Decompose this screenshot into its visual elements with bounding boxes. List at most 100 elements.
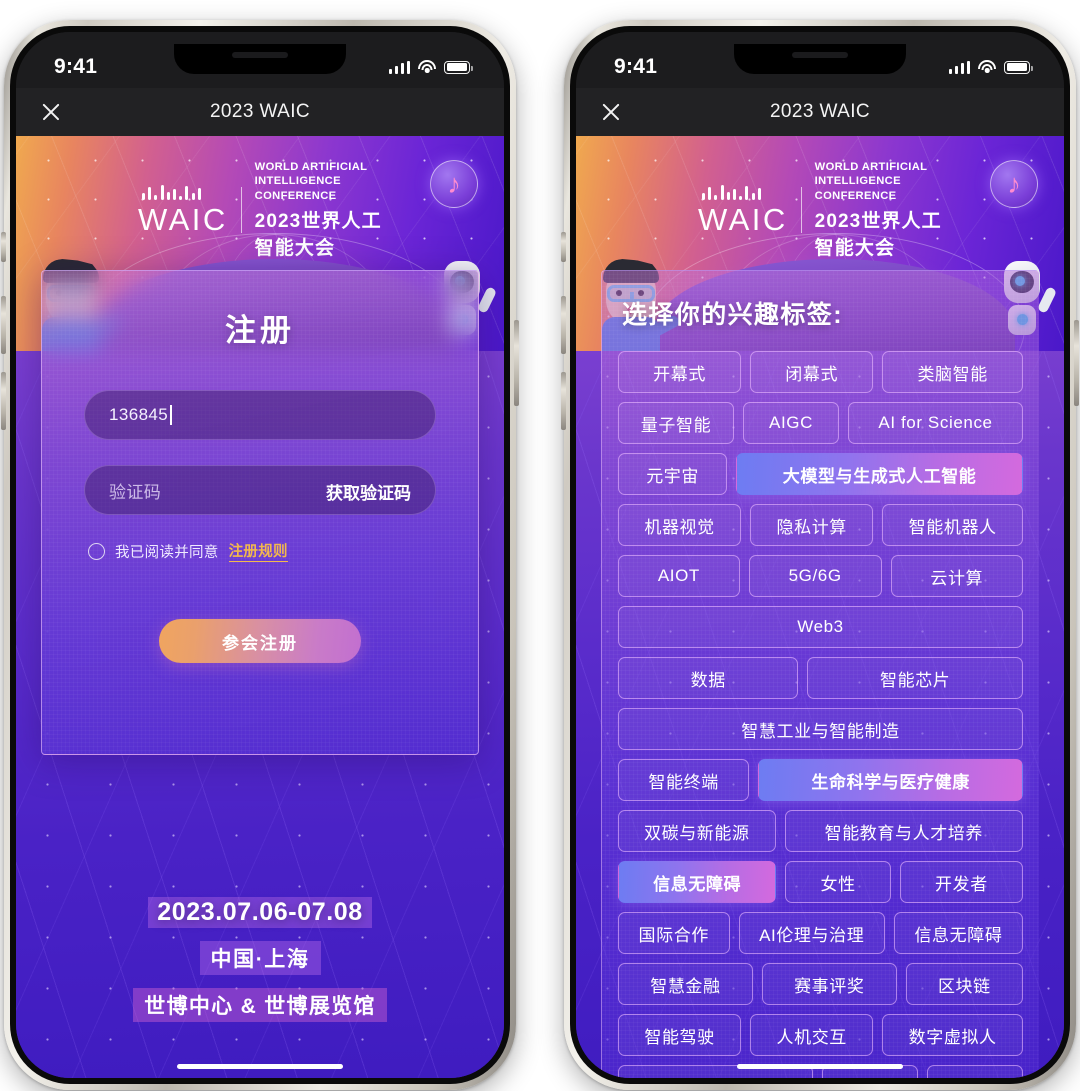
interest-tag[interactable]: 智能教育与人才培养 (784, 810, 1023, 852)
music-note-icon[interactable]: ♪ (990, 160, 1038, 208)
wifi-icon (418, 60, 436, 74)
power-button[interactable] (1074, 320, 1079, 406)
home-indicator[interactable] (177, 1063, 343, 1069)
interest-tag[interactable]: AI伦理与治理 (738, 912, 885, 954)
music-note-icon[interactable]: ♪ (430, 160, 478, 208)
interest-tag[interactable]: 智慧金融 (618, 963, 753, 1005)
close-icon[interactable] (38, 99, 64, 125)
interest-tag[interactable]: 5G/6G (748, 555, 882, 597)
interest-tag[interactable]: 机器视觉 (618, 504, 742, 546)
logo-en-line2: CONFERENCE (814, 189, 897, 202)
interest-tag-row: 智慧金融 赛事评奖 区块链 (618, 963, 1023, 1005)
volume-down-button[interactable] (1, 372, 6, 430)
battery-icon (444, 60, 473, 74)
interest-tag[interactable]: 云计算 (890, 555, 1023, 597)
phone-right-interests: 9:41 2023 WAIC WAIC WORLD ARTIFICIAL INT… (561, 20, 1079, 1090)
interest-tag-row: 国际合作 AI伦理与治理 信息无障碍 (618, 912, 1023, 954)
waic-wordmark-text: WAIC (138, 202, 228, 238)
interest-tag[interactable]: 双碳与新能源 (618, 810, 776, 852)
app-body: WAIC WORLD ARTIFICIAL INTELLIGENCE CONFE… (16, 136, 504, 1078)
interest-tag[interactable]: AI for Science (848, 402, 1023, 444)
interest-tag[interactable]: 开发者 (899, 861, 1023, 903)
interest-tag[interactable]: 隐私计算 (750, 504, 874, 546)
volume-down-button[interactable] (561, 372, 566, 430)
interest-tag[interactable]: 信息无障碍 (618, 861, 777, 903)
interest-tag[interactable]: 生命科学与医疗健康 (758, 759, 1023, 801)
event-city: 中国·上海 (199, 941, 321, 975)
event-venue: 世博中心 & 世博展览馆 (133, 988, 387, 1022)
nav-bar: 2023 WAIC (576, 88, 1064, 136)
submit-registration-button[interactable]: 参会注册 (159, 619, 361, 663)
event-footer: 2023.07.06-07.08 中国·上海 世博中心 & 世博展览馆 (16, 897, 504, 1022)
interest-tag[interactable]: 信息无障碍 (893, 912, 1023, 954)
interest-tag[interactable]: 量子智能 (618, 402, 734, 444)
silent-switch[interactable] (1, 232, 6, 262)
agreement-label: 我已阅读并同意 (115, 544, 219, 561)
interest-tag[interactable]: AIGC (743, 402, 839, 444)
phone-screen: 9:41 2023 WAIC WAIC WORLD ARTIFICIAL INT… (576, 32, 1064, 1078)
interest-tag[interactable]: 赛事评奖 (761, 963, 897, 1005)
registration-card: 注册 136845 验证码 获取验证码 我已阅读并同意 注册规则 参会注册 (41, 270, 479, 755)
registration-rules-link[interactable]: 注册规则 (228, 540, 288, 562)
agreement-row: 我已阅读并同意 注册规则 (88, 540, 436, 562)
close-icon[interactable] (598, 99, 624, 125)
cellular-bars-icon (388, 60, 410, 74)
interest-tag[interactable]: 类脑智能 (882, 351, 1024, 393)
interest-tag[interactable]: AIOT (618, 555, 740, 597)
interest-tag-row: 信息无障碍 女性 开发者 (618, 861, 1023, 903)
agreement-checkbox[interactable] (88, 542, 105, 560)
interest-tag[interactable]: Web3 (618, 606, 1023, 648)
screenshot-root: 9:41 2023 WAIC WAIC WORLD ARTIFICIAL INT… (0, 0, 1080, 1091)
interest-tag[interactable]: 智能芯片 (807, 657, 1024, 699)
home-indicator[interactable] (737, 1063, 903, 1069)
get-code-button[interactable]: 获取验证码 (326, 466, 411, 516)
nav-bar: 2023 WAIC (16, 88, 504, 136)
volume-up-button[interactable] (561, 296, 566, 354)
status-icons (388, 60, 473, 74)
logo-en-line2: CONFERENCE (254, 189, 337, 202)
interest-tag[interactable]: 人机交互 (750, 1014, 874, 1056)
logo-divider (240, 186, 242, 233)
waic-wordmark-text: WAIC (698, 202, 788, 238)
interest-tag-row: AIOT 5G/6G 云计算 Web3 (618, 555, 1023, 648)
interest-tag[interactable]: 智能驾驶 (618, 1014, 742, 1056)
interest-tag[interactable]: 国际合作 (618, 912, 730, 954)
verification-code-input[interactable]: 验证码 获取验证码 (84, 465, 436, 515)
interest-tag[interactable]: 闭幕式 (750, 351, 874, 393)
event-date: 2023.07.06-07.08 (148, 897, 372, 928)
power-button[interactable] (514, 320, 519, 406)
phone-screen: 9:41 2023 WAIC WAIC WORLD ARTIFICIAL INT… (16, 32, 504, 1078)
logo-en-line1: WORLD ARTIFICIAL INTELLIGENCE (254, 161, 368, 188)
interest-tag-row: 元宇宙 大模型与生成式人工智能 (618, 453, 1023, 495)
status-icons (948, 60, 1033, 74)
wifi-icon (978, 60, 996, 74)
status-time: 9:41 (54, 55, 98, 78)
logo-text-block: WORLD ARTIFICIAL INTELLIGENCE CONFERENCE… (815, 160, 942, 260)
waic-wordmark: WAIC (138, 184, 228, 235)
interest-tag[interactable]: 智能终端 (618, 759, 750, 801)
registration-title: 注册 (225, 313, 295, 348)
earpiece-speaker (792, 52, 848, 58)
interest-tag[interactable]: 数字虚拟人 (882, 1014, 1024, 1056)
interest-tag[interactable]: 智能机器人 (882, 504, 1024, 546)
interest-tag[interactable]: 区块链 (905, 963, 1023, 1005)
interest-tag[interactable]: 女性 (785, 861, 891, 903)
page-title: 2023 WAIC (209, 101, 311, 122)
soundwave-icon (702, 184, 788, 201)
waic-wordmark: WAIC (698, 184, 788, 235)
interest-tags-panel: 选择你的兴趣标签: 开幕式 闭幕式 类脑智能 量子智能 AIGC AI for Scien… (601, 270, 1039, 1078)
interest-tag[interactable]: 大模型与生成式人工智能 (736, 453, 1023, 495)
volume-up-button[interactable] (1, 296, 6, 354)
phone-input[interactable]: 136845 (84, 390, 436, 440)
interest-tag[interactable]: 智慧工业与智能制造 (618, 708, 1023, 750)
logo-cn-title: 2023世界人工智能大会 (814, 210, 942, 259)
interest-tag[interactable]: 数据 (618, 657, 799, 699)
earpiece-speaker (232, 52, 288, 58)
waic-logo: WAIC WORLD ARTIFICIAL INTELLIGENCE CONFE… (138, 160, 382, 260)
interest-tag[interactable]: 其他 (927, 1065, 1023, 1078)
interest-tag-row: 机器视觉 隐私计算 智能机器人 (618, 504, 1024, 546)
interest-tag-row: 智能终端 生命科学与医疗健康 (618, 759, 1023, 801)
interest-tag[interactable]: 元宇宙 (618, 453, 728, 495)
interest-tag[interactable]: 开幕式 (618, 351, 742, 393)
silent-switch[interactable] (561, 232, 566, 262)
